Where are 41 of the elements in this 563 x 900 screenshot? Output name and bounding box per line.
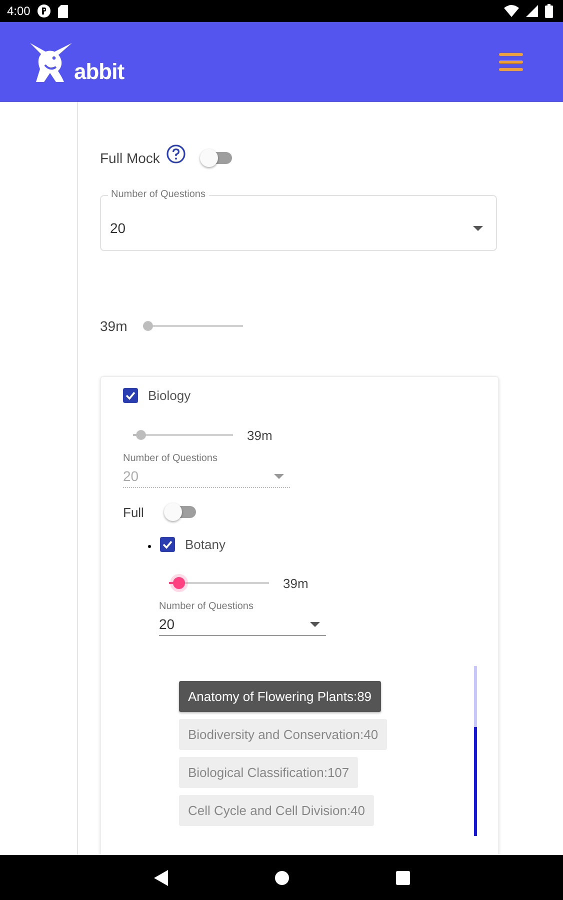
chapter-chip[interactable]: Biological Classification:107 [179,757,358,788]
field-value: 20 [159,616,175,632]
chapter-chip[interactable]: Anatomy of Flowering Plants:89 [179,681,381,712]
field-label: Number of Questions [159,601,254,612]
checkbox[interactable] [160,536,175,552]
duration-reading: 39m [247,428,272,442]
scrollbar[interactable] [474,666,477,836]
dropdown-caret-icon [274,474,284,478]
field-value: 20 [110,220,126,236]
help-icon[interactable] [166,144,186,164]
duration-reading: 39m [283,576,308,590]
chapter-chip[interactable]: Cell Cycle and Cell Division:40 [179,795,374,826]
sd-card-icon [58,4,68,18]
toggle-switch[interactable] [200,148,234,168]
signal-icon [526,5,538,17]
menu-icon[interactable] [499,52,523,72]
battery-icon [545,4,553,18]
slider-thumb[interactable] [173,577,185,589]
full-mock-label: Full Mock [100,150,160,166]
back-icon[interactable] [154,870,168,886]
field-value: 20 [123,468,139,484]
dropdown-caret-icon [473,226,483,230]
subject-label: Biology [148,388,191,402]
duration-reading: 39m [100,318,128,334]
field-label: Number of Questions [108,189,208,201]
home-icon[interactable] [274,870,288,884]
toggle-switch[interactable] [164,502,198,522]
chapter-chip[interactable]: Biodiversity and Conservation:40 [179,719,388,750]
logo-text: abbit [74,61,124,83]
field-label: Number of Questions [123,453,218,464]
subject-label: Botany [185,536,226,552]
bullet-icon [148,544,151,548]
full-label: Full [123,504,144,520]
select-field[interactable]: Number of Questions 20 [159,601,326,636]
notification-icon [37,4,52,18]
recents-icon[interactable] [396,870,410,884]
select-field[interactable]: Number of Questions 20 [100,189,497,251]
checkbox[interactable] [123,388,138,402]
dropdown-caret-icon [310,622,320,626]
wifi-icon [504,5,519,17]
status-time: 4:00 [7,4,30,18]
